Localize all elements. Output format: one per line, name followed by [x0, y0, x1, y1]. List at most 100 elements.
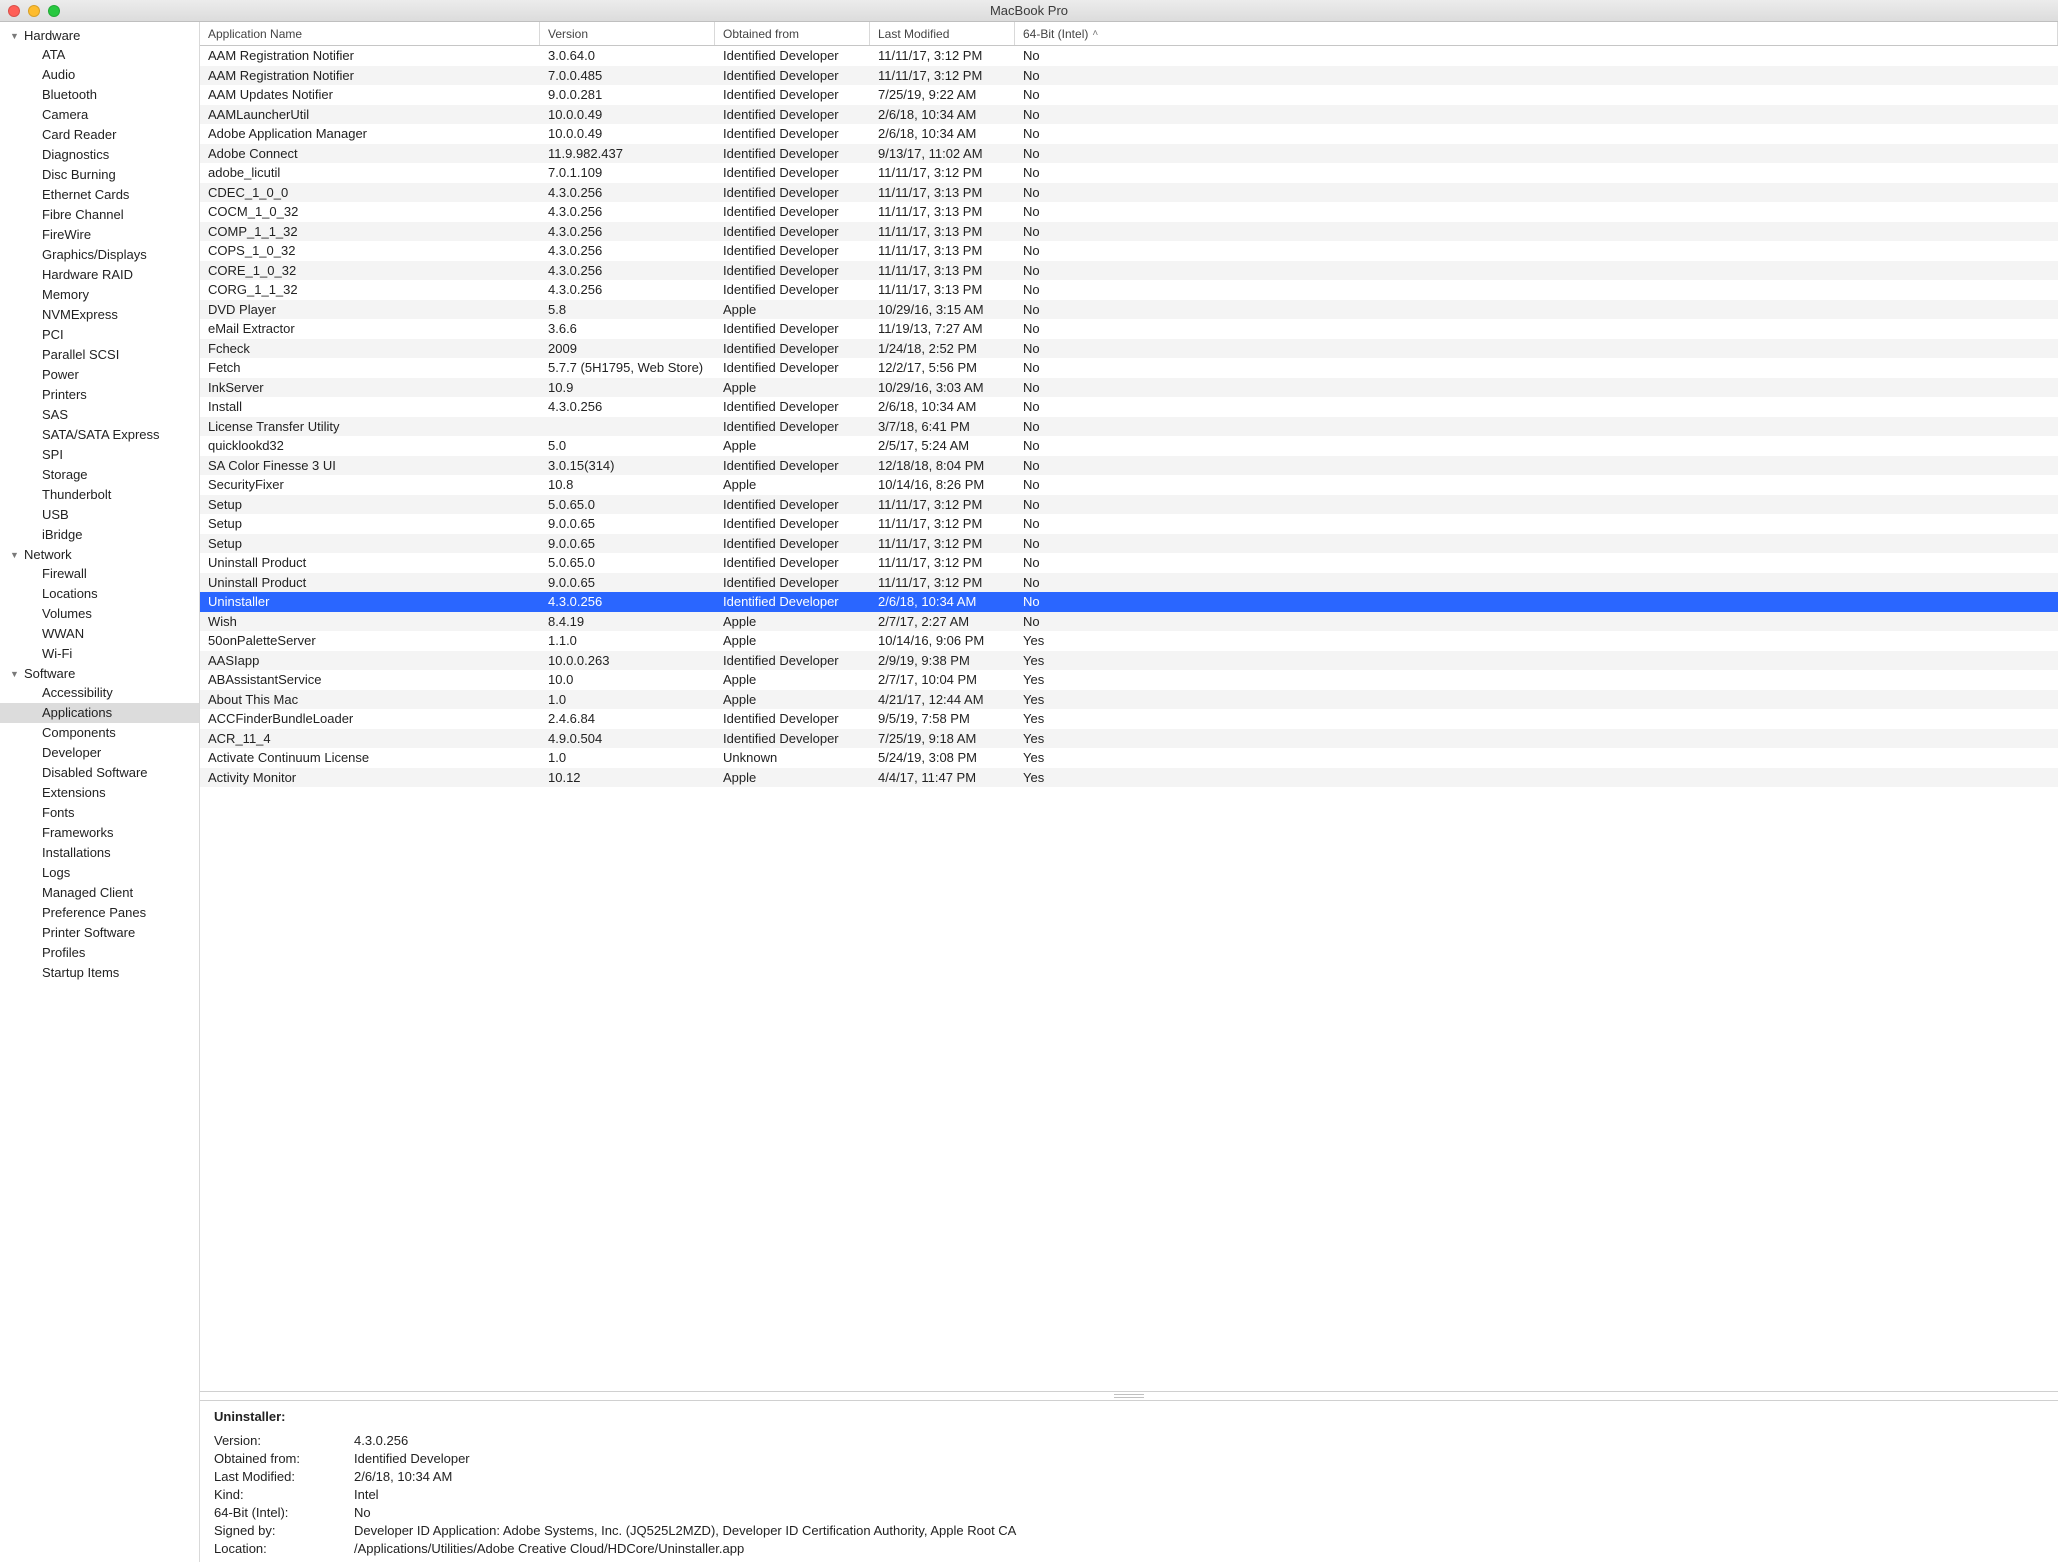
sidebar-item[interactable]: Printer Software: [0, 923, 199, 943]
table-row[interactable]: Setup5.0.65.0Identified Developer11/11/1…: [200, 495, 2058, 515]
split-divider[interactable]: [200, 1391, 2058, 1401]
table-row[interactable]: DVD Player5.8Apple10/29/16, 3:15 AMNo: [200, 300, 2058, 320]
sidebar-item[interactable]: Components: [0, 723, 199, 743]
sidebar-item[interactable]: NVMExpress: [0, 305, 199, 325]
table-row[interactable]: CORG_1_1_324.3.0.256Identified Developer…: [200, 280, 2058, 300]
table-row[interactable]: 50onPaletteServer1.1.0Apple10/14/16, 9:0…: [200, 631, 2058, 651]
table-row[interactable]: About This Mac1.0Apple4/21/17, 12:44 AMY…: [200, 690, 2058, 710]
sidebar-item[interactable]: Graphics/Displays: [0, 245, 199, 265]
table-row[interactable]: ABAssistantService10.0Apple2/7/17, 10:04…: [200, 670, 2058, 690]
sidebar-item[interactable]: Camera: [0, 105, 199, 125]
sidebar[interactable]: ▼HardwareATAAudioBluetoothCameraCard Rea…: [0, 22, 200, 1562]
column-header[interactable]: Obtained from: [715, 22, 870, 45]
disclosure-triangle-icon[interactable]: ▼: [10, 550, 20, 560]
table-row[interactable]: SecurityFixer10.8Apple10/14/16, 8:26 PMN…: [200, 475, 2058, 495]
sidebar-item[interactable]: Wi-Fi: [0, 644, 199, 664]
table-row[interactable]: Fcheck2009Identified Developer1/24/18, 2…: [200, 339, 2058, 359]
sidebar-item[interactable]: Applications: [0, 703, 199, 723]
sidebar-item[interactable]: Preference Panes: [0, 903, 199, 923]
sidebar-item[interactable]: Storage: [0, 465, 199, 485]
sidebar-item[interactable]: Audio: [0, 65, 199, 85]
table-row[interactable]: Uninstaller4.3.0.256Identified Developer…: [200, 592, 2058, 612]
sidebar-item[interactable]: Ethernet Cards: [0, 185, 199, 205]
table-row[interactable]: CORE_1_0_324.3.0.256Identified Developer…: [200, 261, 2058, 281]
sidebar-item[interactable]: Power: [0, 365, 199, 385]
sidebar-item[interactable]: Fonts: [0, 803, 199, 823]
table-row[interactable]: AAMLauncherUtil10.0.0.49Identified Devel…: [200, 105, 2058, 125]
sidebar-item[interactable]: Firewall: [0, 564, 199, 584]
table-row[interactable]: COCM_1_0_324.3.0.256Identified Developer…: [200, 202, 2058, 222]
sidebar-item[interactable]: Printers: [0, 385, 199, 405]
minimize-icon[interactable]: [28, 5, 40, 17]
sidebar-item[interactable]: Locations: [0, 584, 199, 604]
sidebar-item[interactable]: Installations: [0, 843, 199, 863]
sidebar-item[interactable]: Bluetooth: [0, 85, 199, 105]
sidebar-item[interactable]: Parallel SCSI: [0, 345, 199, 365]
table-row[interactable]: eMail Extractor3.6.6Identified Developer…: [200, 319, 2058, 339]
sidebar-item[interactable]: FireWire: [0, 225, 199, 245]
table-row[interactable]: CDEC_1_0_04.3.0.256Identified Developer1…: [200, 183, 2058, 203]
column-header[interactable]: Application Name: [200, 22, 540, 45]
sidebar-item[interactable]: Logs: [0, 863, 199, 883]
column-header[interactable]: Version: [540, 22, 715, 45]
table-row[interactable]: Fetch5.7.7 (5H1795, Web Store)Identified…: [200, 358, 2058, 378]
sidebar-item[interactable]: Disc Burning: [0, 165, 199, 185]
sidebar-item[interactable]: Developer: [0, 743, 199, 763]
sidebar-section-header[interactable]: ▼Software: [0, 664, 199, 683]
sidebar-item[interactable]: Startup Items: [0, 963, 199, 983]
sidebar-item[interactable]: Memory: [0, 285, 199, 305]
sidebar-item[interactable]: Card Reader: [0, 125, 199, 145]
table-row[interactable]: ACCFinderBundleLoader2.4.6.84Identified …: [200, 709, 2058, 729]
table-row[interactable]: InkServer10.9Apple10/29/16, 3:03 AMNo: [200, 378, 2058, 398]
disclosure-triangle-icon[interactable]: ▼: [10, 31, 20, 41]
sidebar-item[interactable]: Diagnostics: [0, 145, 199, 165]
table-row[interactable]: COPS_1_0_324.3.0.256Identified Developer…: [200, 241, 2058, 261]
sidebar-item[interactable]: PCI: [0, 325, 199, 345]
table-row[interactable]: Install4.3.0.256Identified Developer2/6/…: [200, 397, 2058, 417]
sidebar-item[interactable]: Disabled Software: [0, 763, 199, 783]
sidebar-item[interactable]: WWAN: [0, 624, 199, 644]
sidebar-item[interactable]: Fibre Channel: [0, 205, 199, 225]
sidebar-item[interactable]: Extensions: [0, 783, 199, 803]
table-row[interactable]: AAM Registration Notifier7.0.0.485Identi…: [200, 66, 2058, 86]
table-row[interactable]: Uninstall Product9.0.0.65Identified Deve…: [200, 573, 2058, 593]
sidebar-item[interactable]: SATA/SATA Express: [0, 425, 199, 445]
sidebar-item[interactable]: Hardware RAID: [0, 265, 199, 285]
sidebar-item[interactable]: Thunderbolt: [0, 485, 199, 505]
table-row[interactable]: AASIapp10.0.0.263Identified Developer2/9…: [200, 651, 2058, 671]
sidebar-item[interactable]: SAS: [0, 405, 199, 425]
close-icon[interactable]: [8, 5, 20, 17]
sidebar-item[interactable]: Managed Client: [0, 883, 199, 903]
table-row[interactable]: Adobe Application Manager10.0.0.49Identi…: [200, 124, 2058, 144]
table-row[interactable]: Activity Monitor10.12Apple4/4/17, 11:47 …: [200, 768, 2058, 788]
table-row[interactable]: ACR_11_44.9.0.504Identified Developer7/2…: [200, 729, 2058, 749]
titlebar[interactable]: MacBook Pro: [0, 0, 2058, 22]
sidebar-item[interactable]: Frameworks: [0, 823, 199, 843]
table-row[interactable]: SA Color Finesse 3 UI3.0.15(314)Identifi…: [200, 456, 2058, 476]
sidebar-item[interactable]: SPI: [0, 445, 199, 465]
table-row[interactable]: COMP_1_1_324.3.0.256Identified Developer…: [200, 222, 2058, 242]
table-row[interactable]: adobe_licutil7.0.1.109Identified Develop…: [200, 163, 2058, 183]
column-header[interactable]: 64-Bit (Intel): [1015, 22, 2058, 45]
sidebar-item[interactable]: Volumes: [0, 604, 199, 624]
sidebar-item[interactable]: USB: [0, 505, 199, 525]
applications-table[interactable]: AAM Registration Notifier3.0.64.0Identif…: [200, 46, 2058, 1391]
sidebar-item[interactable]: ATA: [0, 45, 199, 65]
table-row[interactable]: Activate Continuum License1.0Unknown5/24…: [200, 748, 2058, 768]
column-header[interactable]: Last Modified: [870, 22, 1015, 45]
sidebar-item[interactable]: Accessibility: [0, 683, 199, 703]
table-row[interactable]: Wish8.4.19Apple2/7/17, 2:27 AMNo: [200, 612, 2058, 632]
sidebar-item[interactable]: iBridge: [0, 525, 199, 545]
table-row[interactable]: quicklookd325.0Apple2/5/17, 5:24 AMNo: [200, 436, 2058, 456]
table-row[interactable]: Setup9.0.0.65Identified Developer11/11/1…: [200, 514, 2058, 534]
table-row[interactable]: AAM Registration Notifier3.0.64.0Identif…: [200, 46, 2058, 66]
sidebar-item[interactable]: Profiles: [0, 943, 199, 963]
zoom-icon[interactable]: [48, 5, 60, 17]
table-row[interactable]: Adobe Connect11.9.982.437Identified Deve…: [200, 144, 2058, 164]
sidebar-section-header[interactable]: ▼Hardware: [0, 26, 199, 45]
table-row[interactable]: Uninstall Product5.0.65.0Identified Deve…: [200, 553, 2058, 573]
table-row[interactable]: License Transfer UtilityIdentified Devel…: [200, 417, 2058, 437]
disclosure-triangle-icon[interactable]: ▼: [10, 669, 20, 679]
table-row[interactable]: AAM Updates Notifier9.0.0.281Identified …: [200, 85, 2058, 105]
table-row[interactable]: Setup9.0.0.65Identified Developer11/11/1…: [200, 534, 2058, 554]
